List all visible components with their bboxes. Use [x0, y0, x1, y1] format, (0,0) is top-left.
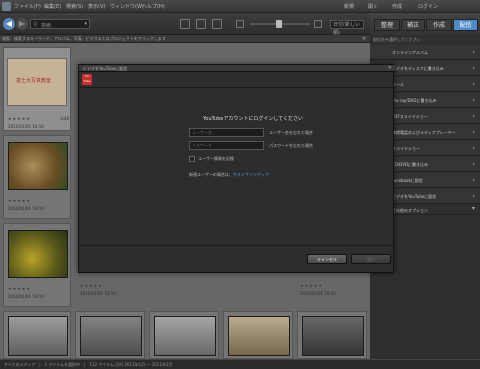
- password-field[interactable]: パスワード: [189, 141, 264, 150]
- toolbar: ◀ ▶ ⚲ 検索 ▾ 日付(新しい順): [0, 13, 370, 36]
- share-option[interactable]: オンラインアルバム ›: [370, 45, 480, 60]
- open-link[interactable]: 開く: [368, 3, 378, 10]
- forgot-username-link[interactable]: ユーザー名を忘れた場合: [269, 130, 313, 136]
- dialog-title: ビデオをYouTubeに配信: [83, 66, 128, 71]
- info-text: 検索：検索するキーワード、アルバム、写真、ビデオまたはプロジェクトをクリックしま…: [2, 36, 166, 41]
- tab-share[interactable]: 配信: [453, 19, 478, 31]
- forgot-password-link[interactable]: パスワードを忘れた場合: [269, 143, 313, 149]
- divider: [79, 87, 395, 88]
- close-icon[interactable]: ✕: [388, 65, 392, 72]
- close-icon[interactable]: ✕: [362, 35, 366, 43]
- mode-tabs: 整理 補正 作成 配信: [370, 19, 480, 31]
- next-button[interactable]: 次へ: [351, 254, 391, 264]
- info-bar: 検索：検索するキーワード、アルバム、写真、ビデオまたはプロジェクトをクリックしま…: [0, 35, 370, 43]
- chevron-right-icon: ›: [472, 96, 475, 104]
- signup-link[interactable]: 今すぐサインアップ: [233, 172, 269, 177]
- slider-handle[interactable]: [276, 20, 282, 28]
- remember-label: ユーザー情報を記憶: [198, 156, 234, 161]
- small-thumbnail-icon[interactable]: [236, 20, 244, 28]
- menu-file[interactable]: ファイル(F): [14, 3, 41, 10]
- youtube-login-dialog: ビデオをYouTubeに配信 ✕ You Tube YouTubeアカウントにロ…: [78, 64, 395, 273]
- signup-prefix: 新規ユーザーの場合は、: [189, 172, 233, 177]
- create-link[interactable]: 作成: [392, 3, 402, 10]
- large-thumbnail-icon[interactable]: [314, 20, 322, 28]
- menu-edit[interactable]: 編集(E): [44, 3, 61, 10]
- chevron-right-icon: ›: [472, 144, 475, 152]
- chevron-right-icon: ›: [472, 128, 475, 136]
- chevron-right-icon: ›: [472, 112, 475, 120]
- chevron-right-icon: ›: [472, 80, 475, 88]
- single-view-icon[interactable]: [196, 19, 206, 29]
- status-bar: すべてのメディア | 1 アイテムを選択中 | 112 アイテム 日付 2011…: [0, 359, 480, 369]
- menu-help[interactable]: ヘルプ(H): [142, 3, 165, 10]
- chevron-down-icon: ▾: [471, 205, 475, 212]
- chevron-right-icon: ›: [472, 160, 475, 168]
- login-link[interactable]: ログイン: [418, 3, 438, 10]
- grid-view-icon[interactable]: [180, 19, 190, 29]
- youtube-logo: You Tube: [82, 74, 92, 85]
- chevron-right-icon: ›: [472, 48, 475, 56]
- back-arrow-icon[interactable]: ◀: [3, 18, 15, 30]
- chevron-right-icon: ›: [472, 64, 475, 72]
- login-heading: YouTubeアカウントにログインしてください: [203, 116, 304, 122]
- menu-find[interactable]: 検索(S): [66, 3, 83, 10]
- menu-view[interactable]: 表示(V): [88, 3, 105, 10]
- share-panel-heading: 配信先を選択してください: [373, 37, 421, 42]
- search-placeholder: 検索: [41, 23, 52, 29]
- forward-arrow-icon[interactable]: ▶: [16, 18, 28, 30]
- chevron-right-icon: ›: [472, 192, 475, 200]
- chevron-right-icon: ›: [472, 176, 475, 184]
- cancel-button[interactable]: キャンセル: [307, 254, 347, 264]
- divider: [79, 245, 395, 246]
- tab-create[interactable]: 作成: [426, 19, 452, 31]
- tab-fix[interactable]: 補正: [401, 19, 425, 31]
- sort-select[interactable]: 日付(新しい順): [330, 20, 364, 36]
- menu-window[interactable]: ウィンドウ(W): [110, 3, 144, 10]
- search-icon: ⚲: [33, 21, 38, 28]
- chevron-down-icon[interactable]: ▾: [84, 21, 87, 27]
- new-link[interactable]: 新規: [344, 3, 354, 10]
- detail-view-icon[interactable]: [212, 19, 222, 29]
- remember-checkbox[interactable]: [189, 156, 195, 162]
- app-logo-icon: [2, 2, 11, 11]
- dialog-title-bar: ビデオをYouTubeに配信 ✕: [79, 65, 395, 72]
- tab-organize[interactable]: 整理: [374, 19, 400, 31]
- menu-bar: ファイル(F) 編集(E) 検索(S) 表示(V) ウィンドウ(W) ヘルプ(H…: [0, 0, 480, 13]
- signup-text: 新規ユーザーの場合は、今すぐサインアップ: [189, 172, 269, 178]
- username-field[interactable]: ユーザー名: [189, 128, 264, 137]
- search-input[interactable]: ⚲ 検索 ▾: [30, 19, 90, 29]
